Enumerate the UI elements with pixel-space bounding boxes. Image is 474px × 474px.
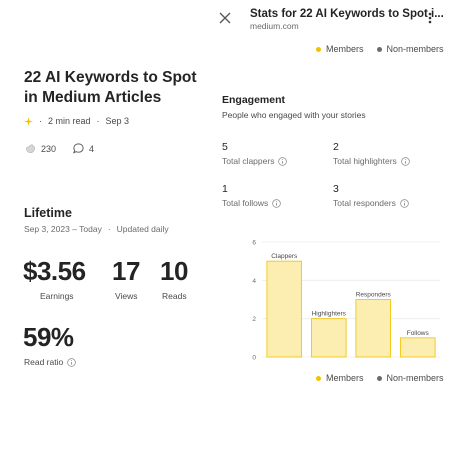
bar-responders — [355, 299, 392, 358]
legend-non-members-label: Non-members — [386, 373, 444, 383]
lifetime-date-range: Sep 3, 2023 – Today — [24, 224, 102, 234]
responders-value: 3 — [333, 183, 339, 195]
clappers-label: Total clappers — [222, 156, 275, 166]
page-url: medium.com — [250, 21, 299, 31]
engagement-heading: Engagement — [222, 94, 286, 106]
clap-icon — [26, 144, 35, 153]
highlighters-label: Total highlighters — [333, 156, 397, 166]
earnings-value: $3.56 — [23, 256, 86, 286]
members-dot-icon — [316, 46, 321, 52]
follows-value: 1 — [222, 183, 228, 195]
non-members-dot-icon — [376, 46, 382, 52]
info-icon[interactable] — [278, 156, 288, 166]
clap-count: 230 — [41, 143, 57, 154]
read-ratio-value: 59% — [23, 322, 74, 352]
lifetime-range: Sep 3, 2023 – Today · Updated daily — [24, 224, 169, 234]
publish-date: Sep 3 — [105, 116, 130, 126]
responders-label-row: Total responders — [333, 198, 409, 208]
y-tick-label: 4 — [252, 278, 256, 285]
y-tick-label: 0 — [252, 355, 256, 362]
member-star-icon — [24, 116, 33, 126]
bar-highlighters — [310, 318, 347, 358]
read-time: 2 min read — [48, 116, 91, 126]
bar-label: Follows — [407, 330, 430, 337]
engagement-bar-chart: 0 2 4 6 Clappers Highlighters Responders Follow… — [252, 240, 440, 362]
article-social: 230 4 — [24, 142, 94, 155]
follows-label-row: Total follows — [222, 198, 282, 208]
y-tick-label: 6 — [252, 240, 256, 247]
article-title: 22 AI Keywords to Spot in Medium Article… — [24, 69, 197, 106]
responders-label: Total responders — [333, 198, 396, 208]
info-icon[interactable] — [400, 198, 409, 208]
bar-follows — [399, 337, 436, 358]
chart-legend-bottom: Members Non-members — [316, 373, 444, 383]
legend-non-members-label: Non-members — [386, 44, 444, 54]
info-icon[interactable] — [272, 198, 282, 208]
bar-label: Clappers — [271, 253, 298, 260]
lifetime-heading: Lifetime — [24, 206, 72, 220]
info-icon[interactable] — [67, 357, 76, 367]
non-members-dot-icon — [376, 375, 382, 381]
clappers-label-row: Total clappers — [222, 156, 288, 166]
views-label: Views — [115, 291, 138, 301]
highlighters-label-row: Total highlighters — [333, 156, 410, 166]
reads-label: Reads — [162, 291, 187, 301]
page-title: Stats for 22 AI Keywords to Spot i... — [250, 8, 444, 20]
views-value: 17 — [112, 256, 140, 286]
read-ratio-row: Read ratio — [24, 357, 76, 367]
follows-label: Total follows — [222, 198, 269, 208]
bar-label: Responders — [356, 292, 392, 299]
info-icon[interactable] — [401, 156, 410, 166]
reads-value: 10 — [160, 256, 188, 286]
bar-clappers — [266, 260, 303, 358]
highlighters-value: 2 — [333, 141, 339, 153]
lifetime-update-note: Updated daily — [116, 224, 169, 234]
more-options-icon[interactable] — [424, 10, 436, 26]
earnings-label: Earnings — [40, 291, 74, 301]
read-ratio-label: Read ratio — [24, 357, 64, 367]
legend-members-label: Members — [326, 44, 364, 54]
clappers-value: 5 — [222, 141, 228, 153]
engagement-subtitle: People who engaged with your stories — [222, 110, 366, 120]
close-icon[interactable] — [217, 10, 233, 26]
legend-members-label: Members — [326, 373, 364, 383]
chart-legend-top: Members Non-members — [316, 44, 444, 54]
y-tick-label: 2 — [252, 316, 256, 323]
article-meta: · 2 min read · Sep 3 — [24, 116, 129, 126]
bar-label: Highlighters — [312, 311, 347, 318]
comment-icon[interactable] — [72, 142, 85, 155]
comment-count: 4 — [89, 143, 95, 154]
members-dot-icon — [316, 375, 321, 381]
